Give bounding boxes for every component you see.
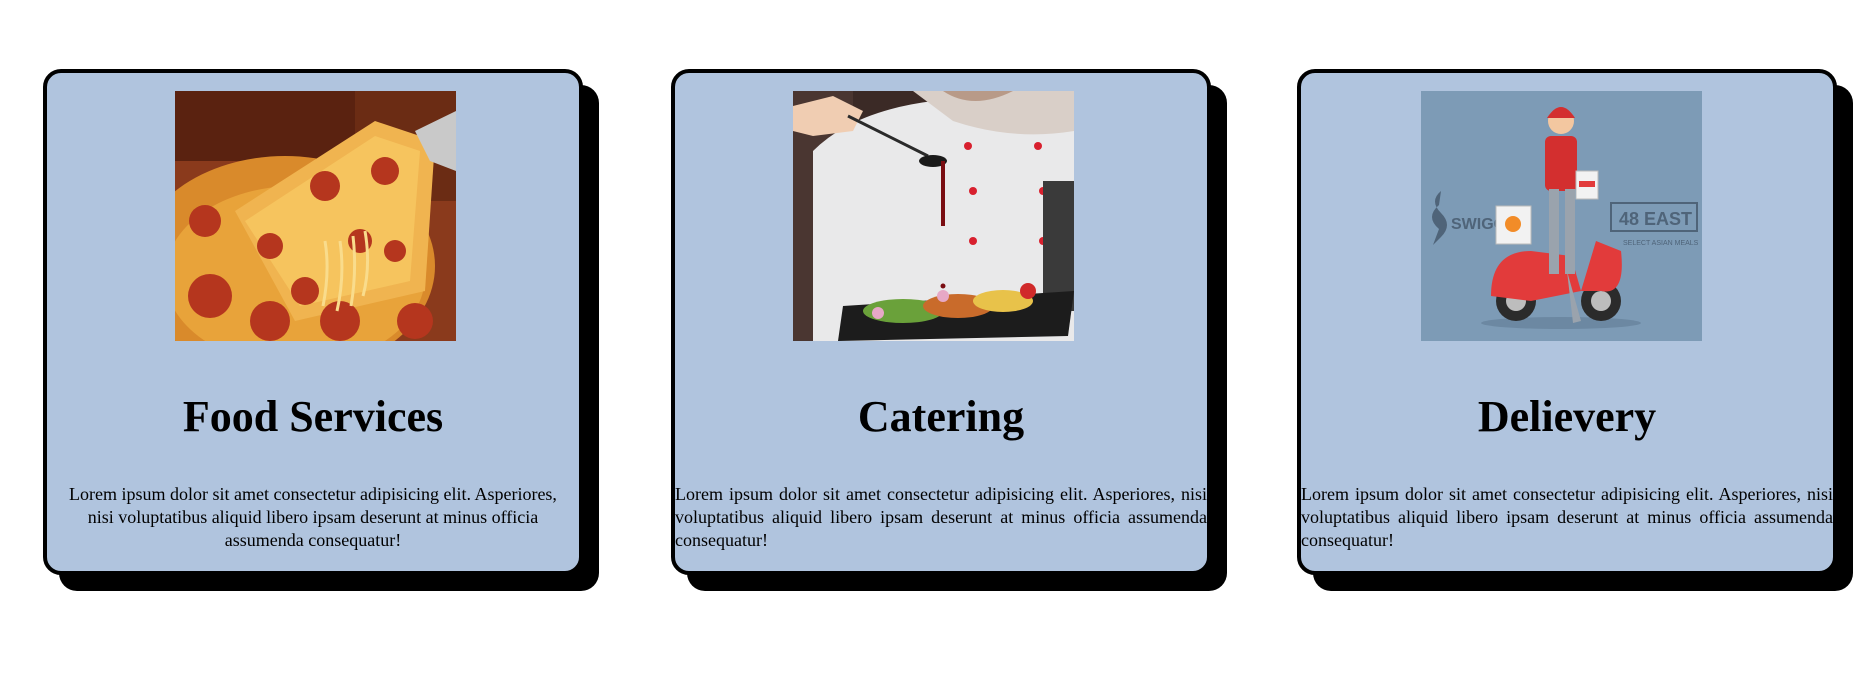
card-description: Lorem ipsum dolor sit amet consectetur a… xyxy=(675,484,1207,550)
card-title: Catering xyxy=(857,392,1025,441)
services-cards: Food Services Lorem ipsum dolor sit amet… xyxy=(0,0,1862,686)
service-card-delivery: SWIGGY 48 EAST SELECT ASIAN MEALS Deliev… xyxy=(1297,69,1837,575)
pizza-slice-image xyxy=(175,91,456,341)
card-title: Food Services xyxy=(182,392,444,441)
card-title: Delievery xyxy=(1477,392,1657,441)
48-east-logo-text: 48 EAST xyxy=(1619,209,1692,229)
48-east-tagline-text: SELECT ASIAN MEALS xyxy=(1623,240,1699,247)
service-card-food-services: Food Services Lorem ipsum dolor sit amet… xyxy=(43,69,583,575)
delivery-rider-image: SWIGGY 48 EAST SELECT ASIAN MEALS xyxy=(1421,91,1702,341)
service-card-catering: Catering Lorem ipsum dolor sit amet cons… xyxy=(671,69,1211,575)
card-description: Lorem ipsum dolor sit amet consectetur a… xyxy=(1301,484,1833,550)
card-description: Lorem ipsum dolor sit amet consectetur a… xyxy=(69,484,557,550)
chef-plating-image xyxy=(793,91,1074,341)
